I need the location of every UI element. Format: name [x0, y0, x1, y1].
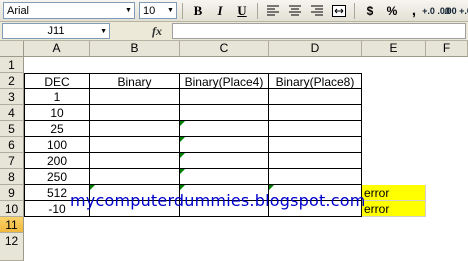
error-cell[interactable]: error	[362, 185, 426, 201]
name-box-value: J11	[47, 25, 65, 37]
currency-button[interactable]: $	[360, 2, 380, 20]
dec-cell[interactable]: 1	[24, 89, 90, 105]
binary-place4-cell[interactable]	[180, 105, 269, 121]
column-header-c[interactable]: C	[180, 41, 269, 57]
column-header-f[interactable]: F	[426, 41, 468, 57]
row-header-1[interactable]: 1	[0, 57, 24, 73]
error-cell[interactable]: error	[362, 201, 426, 217]
header-cell-dec[interactable]: DEC	[24, 73, 90, 89]
column-header-d[interactable]: D	[269, 41, 362, 57]
row-header-9[interactable]: 9	[0, 185, 24, 201]
row-header-7[interactable]: 7	[0, 153, 24, 169]
percent-button[interactable]: %	[382, 2, 402, 20]
binary-cell[interactable]	[90, 169, 180, 185]
underline-button[interactable]: U	[232, 2, 252, 20]
chevron-down-icon[interactable]: ▼	[123, 3, 134, 18]
header-cell-binary[interactable]: Binary	[90, 73, 180, 89]
merge-center-icon	[332, 4, 346, 17]
formatting-toolbar: Arial ▼ 10 ▼ B I U $ % , +.0 .00 .00 +.0	[0, 0, 468, 22]
align-center-icon	[289, 5, 301, 16]
row-header-10[interactable]: 10	[0, 201, 24, 217]
align-left-icon	[267, 5, 279, 16]
dec-cell[interactable]: 200	[24, 153, 90, 169]
font-size-value: 10	[143, 4, 156, 17]
binary-cell[interactable]	[90, 105, 180, 121]
name-box[interactable]: J11 ▼	[2, 23, 110, 39]
binary-cell[interactable]	[90, 153, 180, 169]
column-header-a[interactable]: A	[24, 41, 90, 57]
align-center-button[interactable]	[285, 2, 305, 20]
error-indicator-icon[interactable]	[90, 185, 95, 190]
error-indicator-icon[interactable]	[269, 185, 274, 190]
toolbar-separator	[354, 2, 355, 19]
toolbar-separator	[257, 2, 258, 19]
row-header-8[interactable]: 8	[0, 169, 24, 185]
binary-place4-cell[interactable]	[180, 153, 269, 169]
binary-place4-cell[interactable]	[180, 137, 269, 153]
binary-cell[interactable]	[90, 137, 180, 153]
error-indicator-icon[interactable]	[180, 137, 185, 142]
binary-place4-cell[interactable]	[180, 89, 269, 105]
error-indicator-icon[interactable]	[180, 153, 185, 158]
select-all-corner[interactable]	[0, 41, 24, 57]
decrease-decimal-button[interactable]: .00 +.0	[444, 2, 468, 20]
font-name-combo[interactable]: Arial ▼	[3, 2, 135, 19]
align-left-button[interactable]	[263, 2, 283, 20]
header-cell-binary-place4[interactable]: Binary(Place4)	[180, 73, 269, 89]
binary-place4-cell[interactable]	[180, 121, 269, 137]
fx-icon[interactable]: fx	[142, 24, 172, 39]
dec-cell[interactable]: 250	[24, 169, 90, 185]
chevron-down-icon[interactable]: ▼	[165, 3, 176, 18]
binary-cell[interactable]	[90, 121, 180, 137]
font-size-combo[interactable]: 10 ▼	[139, 2, 177, 19]
row-header-11[interactable]: 11	[0, 217, 24, 233]
toolbar-separator	[182, 2, 183, 19]
error-indicator-icon[interactable]	[180, 121, 185, 126]
comma-style-button[interactable]: ,	[404, 2, 424, 20]
watermark-text: mycomputerdummies.blogspot.com	[70, 191, 366, 210]
row-header-4[interactable]: 4	[0, 105, 24, 121]
binary-place8-cell[interactable]	[269, 137, 362, 153]
binary-place8-cell[interactable]	[269, 89, 362, 105]
row-header-3[interactable]: 3	[0, 89, 24, 105]
dec-cell[interactable]: 10	[24, 105, 90, 121]
merge-center-button[interactable]	[329, 2, 349, 20]
increase-decimal-button[interactable]: +.0 .00	[422, 2, 450, 20]
formula-bar: J11 ▼ fx	[0, 22, 468, 41]
row-header-12[interactable]: 12	[0, 233, 24, 261]
align-right-icon	[311, 5, 323, 16]
dec-cell[interactable]: 25	[24, 121, 90, 137]
binary-cell[interactable]	[90, 89, 180, 105]
binary-place8-cell[interactable]	[269, 153, 362, 169]
column-header-b[interactable]: B	[90, 41, 180, 57]
font-name-value: Arial	[7, 4, 30, 17]
binary-place8-cell[interactable]	[269, 121, 362, 137]
bold-button[interactable]: B	[188, 2, 208, 20]
row-header-5[interactable]: 5	[0, 121, 24, 137]
row-header-2[interactable]: 2	[0, 73, 24, 89]
dec-cell[interactable]: 100	[24, 137, 90, 153]
formula-input[interactable]	[172, 23, 466, 39]
italic-button[interactable]: I	[210, 2, 230, 20]
column-header-e[interactable]: E	[362, 41, 426, 57]
binary-place8-cell[interactable]	[269, 169, 362, 185]
binary-place8-cell[interactable]	[269, 105, 362, 121]
chevron-down-icon[interactable]: ▼	[100, 24, 107, 39]
header-cell-binary-place8[interactable]: Binary(Place8)	[269, 73, 362, 89]
binary-place4-cell[interactable]	[180, 169, 269, 185]
error-indicator-icon[interactable]	[180, 185, 185, 190]
error-indicator-icon[interactable]	[180, 169, 185, 174]
align-right-button[interactable]	[307, 2, 327, 20]
row-header-6[interactable]: 6	[0, 137, 24, 153]
